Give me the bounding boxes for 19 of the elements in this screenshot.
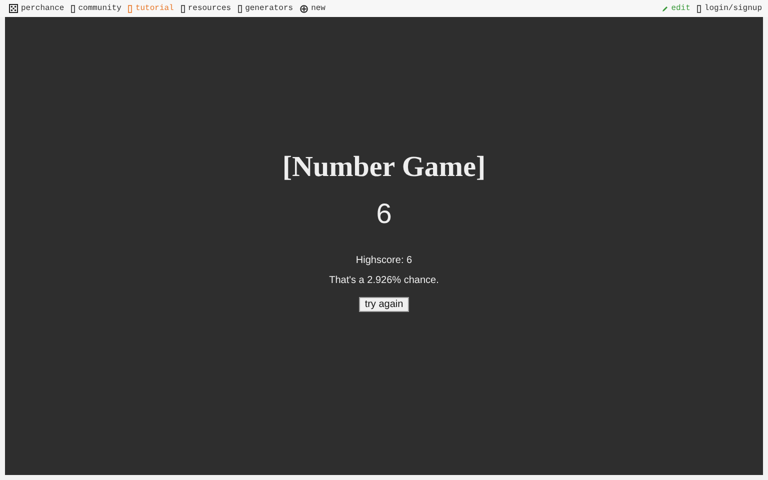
- nav-link[interactable]: perchance: [9, 4, 64, 13]
- highscore-text: Highscore: 6: [356, 255, 412, 267]
- pencil-icon: [662, 6, 668, 12]
- nav-link[interactable]: community: [71, 4, 122, 13]
- nav-link[interactable]: new: [300, 4, 326, 13]
- game-title: [Number Game]: [282, 150, 486, 184]
- placeholder-glyph-icon: [238, 4, 242, 12]
- nav-link[interactable]: generators: [238, 4, 294, 13]
- nav-link[interactable]: resources: [180, 4, 232, 13]
- placeholder-glyph-icon: [697, 4, 702, 12]
- try-again-button[interactable]: try again: [358, 297, 410, 312]
- placeholder-glyph-icon: [128, 4, 132, 12]
- plus-circle-icon: [300, 4, 308, 12]
- rolled-number: 6: [376, 197, 392, 231]
- placeholder-glyph-icon: [71, 4, 76, 12]
- nav-link[interactable]: login/signup: [697, 4, 762, 13]
- dice-icon: [9, 4, 18, 13]
- chance-text: That's a 2.926% chance.: [329, 275, 439, 287]
- placeholder-glyph-icon: [180, 4, 185, 12]
